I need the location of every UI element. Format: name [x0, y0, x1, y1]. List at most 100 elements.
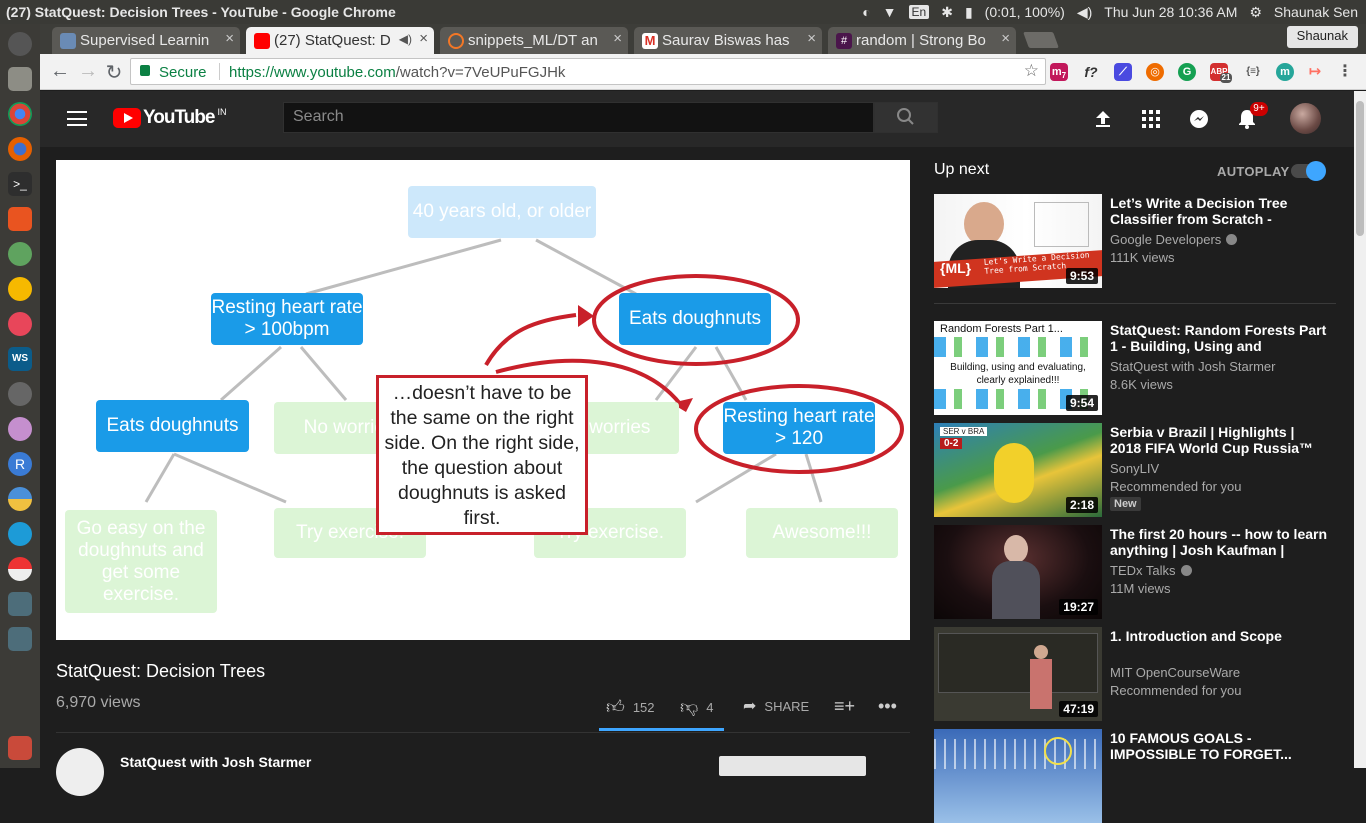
up-next-video[interactable]: {ML} Let's Write a Decision Tree from Sc…: [934, 194, 1354, 288]
power-icon[interactable]: ⚙: [1249, 4, 1262, 21]
json-extension-icon[interactable]: {≡}: [1244, 63, 1262, 81]
tab-slack-random[interactable]: # random | Strong Bo ×: [828, 27, 1016, 54]
add-to-playlist-icon[interactable]: ≡+: [834, 696, 855, 717]
video-thumbnail[interactable]: Random Forests Part 1... Building, using…: [934, 321, 1102, 415]
clock[interactable]: Thu Jun 28 10:36 AM: [1104, 4, 1237, 20]
page-scrollbar[interactable]: [1354, 91, 1366, 768]
tab-statquest[interactable]: (27) StatQuest: D ◀) ×: [246, 27, 434, 54]
chrome-icon[interactable]: [8, 102, 32, 126]
trash-icon[interactable]: [8, 736, 32, 760]
dislike-button[interactable]: 👎︎ 4: [680, 696, 714, 718]
audio-playing-icon[interactable]: ◀): [399, 32, 412, 46]
upload-icon[interactable]: [1092, 108, 1114, 130]
profile-button[interactable]: Shaunak: [1286, 26, 1358, 48]
tab-snippets-ml[interactable]: snippets_ML/DT an ×: [440, 27, 628, 54]
video-title[interactable]: StatQuest: Random Forests Part 1 - Build…: [1110, 322, 1328, 356]
autoplay-toggle[interactable]: [1291, 161, 1326, 181]
extension-v-icon[interactable]: ⟋: [1114, 63, 1132, 81]
settings-toggle-icon[interactable]: [8, 242, 32, 266]
video-title[interactable]: Let’s Write a Decision Tree Classifier f…: [1110, 195, 1328, 229]
video-thumbnail[interactable]: SER v BRA 0-2 2:18: [934, 423, 1102, 517]
share-button[interactable]: ➦ SHARE: [743, 696, 809, 716]
url-text[interactable]: https://www.youtube.com/watch?v=7VeUPuFG…: [229, 64, 565, 81]
video-player[interactable]: 40 years old, or older Resting heart rat…: [56, 160, 910, 640]
channel-name[interactable]: SonyLIV: [1110, 461, 1159, 476]
back-icon[interactable]: ←: [48, 60, 72, 83]
battery-icon[interactable]: ▮: [965, 4, 973, 21]
app-red-icon[interactable]: [8, 312, 32, 336]
video-thumbnail[interactable]: [934, 729, 1102, 823]
user-name[interactable]: Shaunak Sen: [1274, 4, 1358, 20]
tab-supervised-learning[interactable]: Supervised Learnin ×: [52, 27, 240, 54]
r-icon[interactable]: R: [8, 452, 32, 476]
chrome-menu-icon[interactable]: ⋮: [1336, 63, 1354, 81]
gear-app-icon[interactable]: [8, 522, 32, 546]
subscribe-button[interactable]: [719, 756, 866, 776]
reload-icon[interactable]: ↻: [102, 60, 126, 85]
video-thumbnail[interactable]: 19:27: [934, 525, 1102, 619]
close-icon[interactable]: ×: [225, 30, 234, 47]
files-icon[interactable]: [8, 67, 32, 91]
extension-m-icon[interactable]: m7: [1050, 63, 1068, 81]
search-button[interactable]: [874, 102, 938, 133]
messages-icon[interactable]: [1188, 108, 1210, 130]
grammarly-icon[interactable]: G: [1178, 63, 1196, 81]
tab-gmail[interactable]: M Saurav Biswas has ×: [634, 27, 822, 54]
channel-name[interactable]: MIT OpenCourseWare: [1110, 665, 1240, 680]
menu-icon[interactable]: [67, 111, 87, 126]
related-video[interactable]: 47:19 1. Introduction and Scope MIT Open…: [934, 627, 1354, 721]
video-title[interactable]: Serbia v Brazil | Highlights | 2018 FIFA…: [1110, 424, 1328, 456]
close-icon[interactable]: ×: [613, 30, 622, 47]
terminal-icon[interactable]: >_: [8, 172, 32, 196]
media-player-icon[interactable]: [8, 277, 32, 301]
new-tab-button[interactable]: [1023, 32, 1059, 48]
more-actions-icon[interactable]: •••: [878, 696, 897, 717]
video-thumbnail[interactable]: {ML} Let's Write a Decision Tree from Sc…: [934, 194, 1102, 288]
sync-icon[interactable]: ◐: [862, 4, 870, 20]
youtube-logo-icon[interactable]: [113, 108, 141, 128]
channel-name[interactable]: StatQuest with Josh Starmer: [1110, 359, 1275, 374]
battery-status[interactable]: (0:01, 100%): [985, 4, 1065, 20]
volume-icon[interactable]: ◀): [1077, 4, 1092, 21]
related-video[interactable]: 19:27 The first 20 hours -- how to learn…: [934, 525, 1354, 619]
video-title[interactable]: 10 FAMOUS GOALS - IMPOSSIBLE TO FORGET..…: [1110, 730, 1328, 762]
software-icon[interactable]: [8, 207, 32, 231]
channel-avatar[interactable]: [56, 748, 104, 796]
atom-icon[interactable]: [8, 417, 32, 441]
video-title[interactable]: 1. Introduction and Scope: [1110, 628, 1328, 644]
wifi-icon[interactable]: ▼: [883, 4, 897, 20]
channel-name[interactable]: Google Developers: [1110, 232, 1238, 247]
extension-teal-icon[interactable]: m: [1276, 63, 1294, 81]
related-video[interactable]: 10 FAMOUS GOALS - IMPOSSIBLE TO FORGET..…: [934, 729, 1354, 823]
usb-drive-2-icon[interactable]: [8, 627, 32, 651]
video-title[interactable]: The first 20 hours -- how to learn anyth…: [1110, 526, 1328, 560]
channel-name[interactable]: TEDx Talks: [1110, 563, 1192, 578]
forward-icon[interactable]: →: [76, 60, 100, 83]
usb-drive-icon[interactable]: [8, 592, 32, 616]
bluetooth-icon[interactable]: ✱: [941, 4, 953, 21]
keyboard-language[interactable]: En: [908, 5, 930, 19]
weather-icon[interactable]: [8, 487, 32, 511]
search-input[interactable]: Search: [283, 102, 874, 133]
close-icon[interactable]: ×: [1001, 30, 1010, 47]
dash-icon[interactable]: [8, 32, 32, 56]
video-thumbnail[interactable]: 47:19: [934, 627, 1102, 721]
extension-orange-icon[interactable]: ◎: [1146, 63, 1164, 81]
youtube-logo[interactable]: YouTube IN: [143, 107, 226, 129]
related-video[interactable]: Random Forests Part 1... Building, using…: [934, 321, 1354, 415]
close-icon[interactable]: ×: [419, 30, 428, 47]
formula-extension-icon[interactable]: f?: [1082, 63, 1100, 81]
account-avatar[interactable]: [1290, 103, 1321, 134]
bookmark-star-icon[interactable]: ☆: [1024, 61, 1039, 81]
related-video[interactable]: SER v BRA 0-2 2:18 Serbia v Brazil | Hig…: [934, 423, 1354, 517]
extension-arrow-icon[interactable]: ↦: [1306, 63, 1324, 81]
database-icon[interactable]: [8, 382, 32, 406]
firefox-icon[interactable]: [8, 137, 32, 161]
like-button[interactable]: 👍︎ 152: [606, 696, 655, 718]
close-icon[interactable]: ×: [807, 30, 816, 47]
scrollbar-thumb[interactable]: [1356, 101, 1364, 236]
address-bar[interactable]: Secure https://www.youtube.com/watch?v=7…: [130, 58, 1046, 85]
webstorm-icon[interactable]: WS: [8, 347, 32, 371]
disk-icon[interactable]: [8, 557, 32, 581]
apps-grid-icon[interactable]: [1140, 108, 1162, 130]
